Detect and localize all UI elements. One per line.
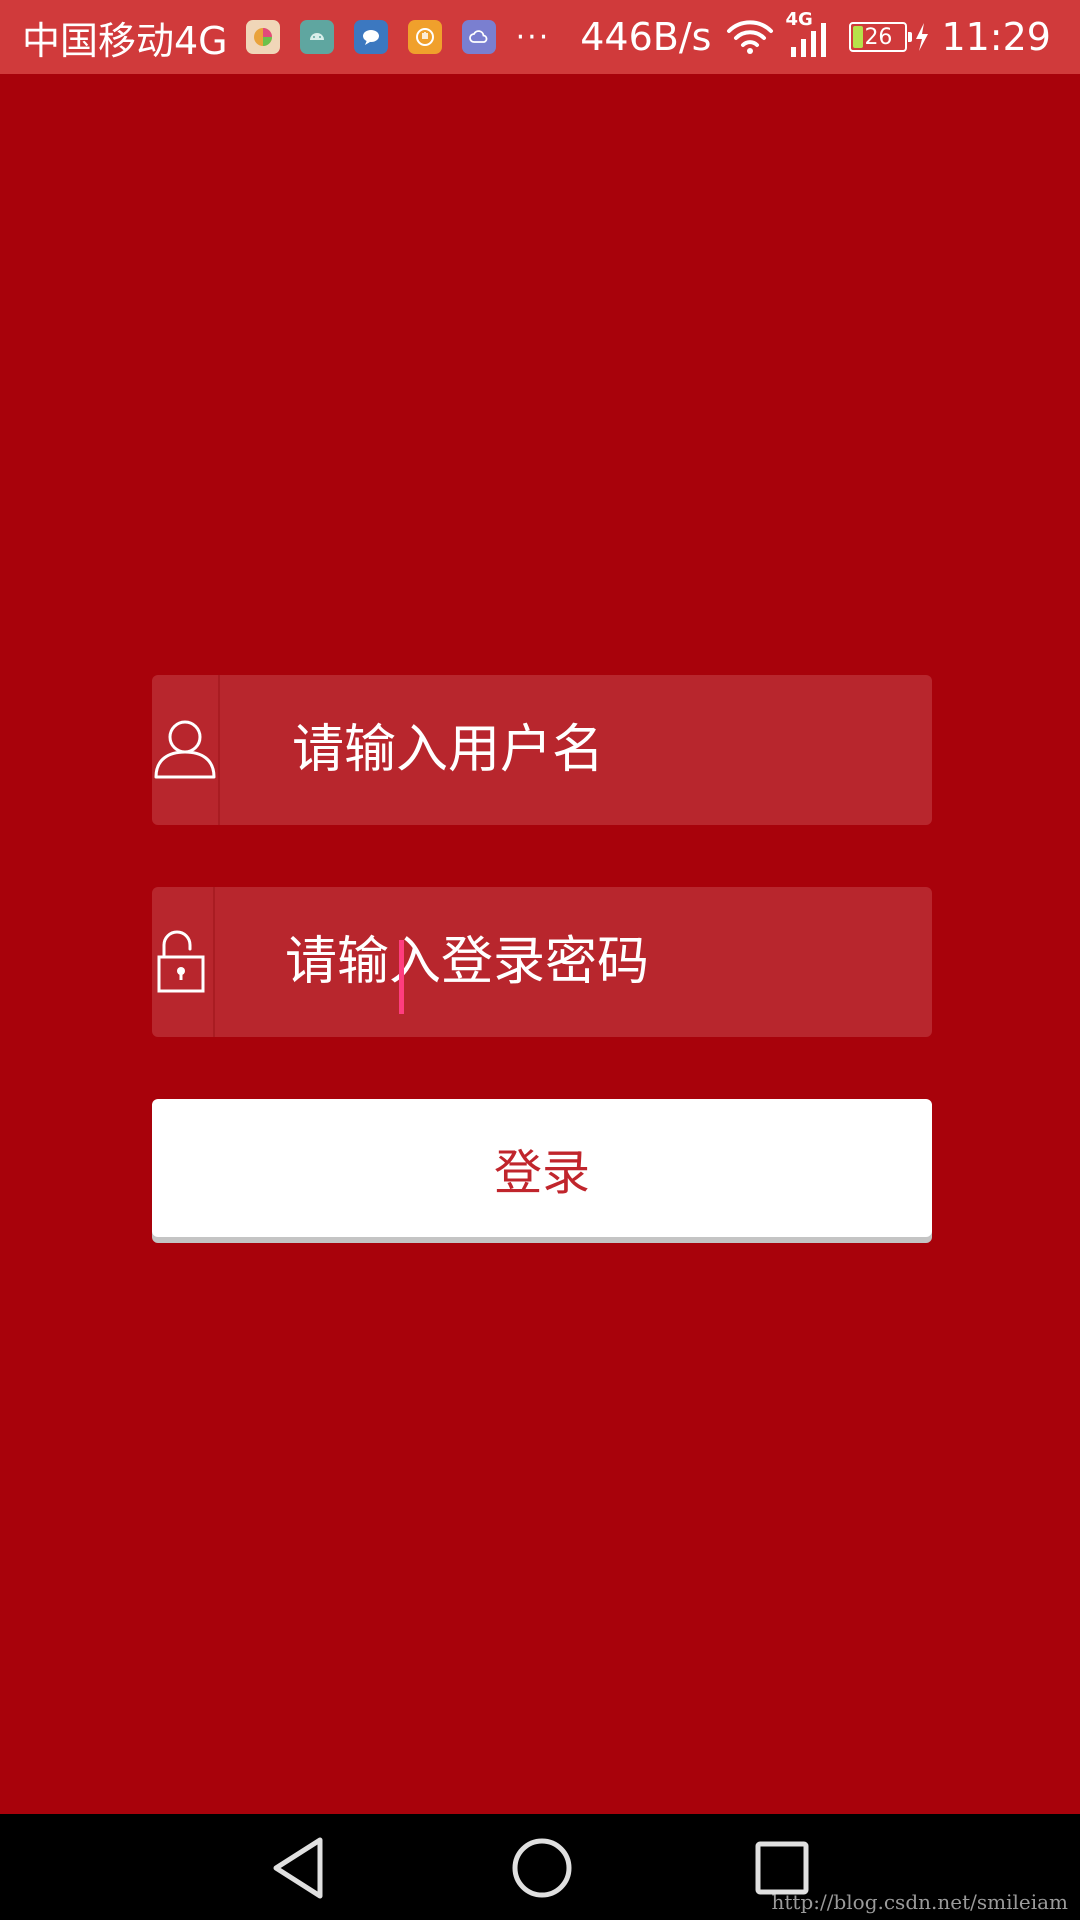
unlock-icon xyxy=(157,930,204,993)
back-icon[interactable] xyxy=(262,1828,342,1908)
android-icon xyxy=(299,20,334,54)
signal-group: 4G xyxy=(785,9,831,61)
color-app-icon xyxy=(245,20,280,54)
username-field[interactable] xyxy=(152,675,932,825)
username-icon-cell xyxy=(152,675,220,825)
battery-level: 26 xyxy=(864,24,893,50)
battery-icon: 26 xyxy=(849,22,913,52)
home-icon[interactable] xyxy=(502,1828,582,1908)
chat-icon xyxy=(353,20,388,54)
username-input[interactable] xyxy=(220,675,932,825)
user-icon xyxy=(154,720,216,779)
hand-icon xyxy=(407,20,442,54)
charging-icon xyxy=(916,23,929,51)
cloud-icon xyxy=(461,20,496,54)
network-speed: 446B/s xyxy=(580,15,712,59)
watermark: http://blog.csdn.net/smileiam xyxy=(771,1890,1068,1914)
signal-icon xyxy=(791,23,827,57)
password-input[interactable] xyxy=(215,887,932,1037)
password-icon-cell xyxy=(152,887,215,1037)
wifi-icon xyxy=(727,20,774,54)
more-notifications-icon: ··· xyxy=(515,19,551,55)
text-cursor xyxy=(399,940,404,1014)
navigation-bar: http://blog.csdn.net/smileiam xyxy=(0,1814,1080,1920)
login-button[interactable]: 登录 xyxy=(152,1099,932,1237)
status-bar: 中国移动4G ··· 446B/s 4G 26 11:29 xyxy=(0,0,1080,74)
clock: 11:29 xyxy=(941,15,1051,59)
battery-tip xyxy=(908,32,913,42)
carrier-label: 中国移动4G xyxy=(22,18,228,63)
password-field[interactable] xyxy=(152,887,932,1037)
